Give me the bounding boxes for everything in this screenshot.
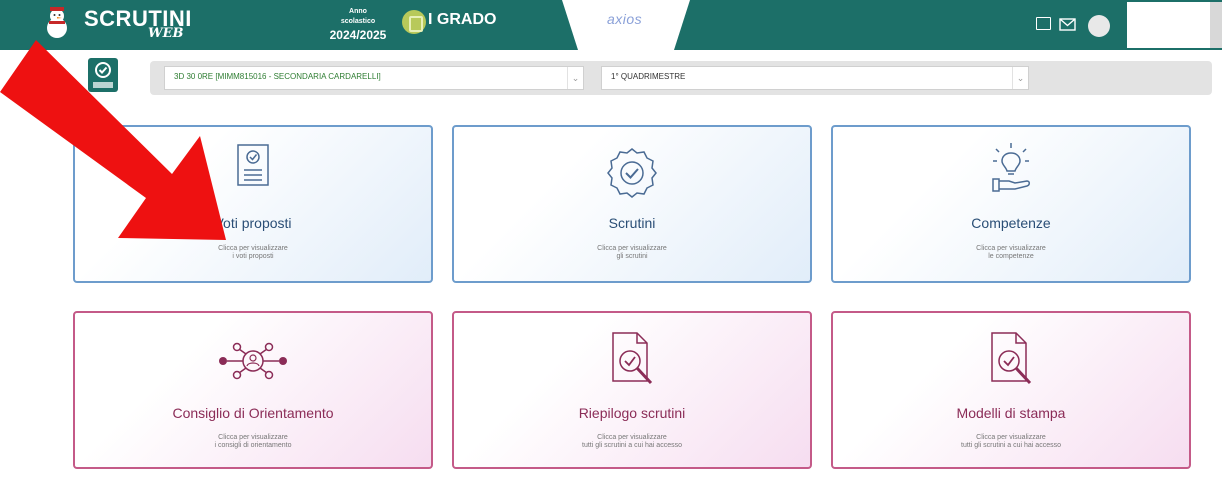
hand-lightbulb-icon xyxy=(992,143,1030,192)
badge-check-icon xyxy=(607,148,657,198)
red-arrow-annotation xyxy=(0,40,226,240)
card-desc-line: le competenze xyxy=(988,253,1034,260)
chevron-down-icon[interactable]: ⌄ xyxy=(1012,67,1028,89)
school-year: Anno scolastico 2024/2025 xyxy=(318,7,398,42)
card-desc-line: Clicca per visualizzare xyxy=(597,245,667,252)
card-description: Clicca per visualizzare le competenze xyxy=(833,245,1189,261)
user-avatar[interactable] xyxy=(1088,15,1110,37)
axios-logo: axios xyxy=(607,11,643,27)
card-desc-line: gli scrutini xyxy=(616,253,648,260)
card-desc-line: tutti gli scrutini a cui hai accesso xyxy=(582,442,682,449)
network-people-icon xyxy=(219,342,287,380)
user-info-box[interactable] xyxy=(1127,2,1211,48)
card-title: Competenze xyxy=(971,215,1051,231)
card-title: Scrutini xyxy=(608,215,656,231)
document-search-icon xyxy=(991,332,1032,385)
card-consiglio-orientamento[interactable]: Consiglio di Orientamento Clicca per vis… xyxy=(73,311,433,469)
card-description: Clicca per visualizzare gli scrutini xyxy=(454,245,810,261)
header-edge xyxy=(1210,2,1222,48)
card-desc-line: i voti proposti xyxy=(232,253,274,260)
card-desc-line: tutti gli scrutini a cui hai accesso xyxy=(961,442,1061,449)
card-title: Consiglio di Orientamento xyxy=(172,405,334,421)
year-label: Anno xyxy=(349,8,367,15)
card-competenze[interactable]: Competenze Clicca per visualizzare le co… xyxy=(831,125,1191,283)
card-scrutini[interactable]: Scrutini Clicca per visualizzare gli scr… xyxy=(452,125,812,283)
document-icon[interactable] xyxy=(1036,17,1051,30)
year-value: 2024/2025 xyxy=(329,28,387,42)
school-grade[interactable]: I GRADO xyxy=(428,11,496,29)
card-description: Clicca per visualizzare i consigli di or… xyxy=(75,434,431,450)
card-desc-line: Clicca per visualizzare xyxy=(976,434,1046,441)
card-description: Clicca per visualizzare tutti gli scruti… xyxy=(833,434,1189,450)
school-building-icon xyxy=(402,10,426,34)
mail-icon[interactable] xyxy=(1059,17,1076,32)
card-title: Riepilogo scrutini xyxy=(578,405,686,421)
card-description: Clicca per visualizzare tutti gli scruti… xyxy=(454,434,810,450)
card-modelli-stampa[interactable]: Modelli di stampa Clicca per visualizzar… xyxy=(831,311,1191,469)
card-title: Modelli di stampa xyxy=(956,405,1066,421)
card-desc-line: Clicca per visualizzare xyxy=(218,434,288,441)
card-desc-line: Clicca per visualizzare xyxy=(597,434,667,441)
card-riepilogo-scrutini[interactable]: Riepilogo scrutini Clicca per visualizza… xyxy=(452,311,812,469)
card-desc-line: i consigli di orientamento xyxy=(214,442,292,449)
card-desc-line: Clicca per visualizzare xyxy=(976,245,1046,252)
period-select-value: 1° QUADRIMESTRE xyxy=(611,72,686,81)
document-search-icon xyxy=(612,332,653,385)
chevron-down-icon[interactable]: ⌄ xyxy=(567,67,583,89)
year-label-2: scolastico xyxy=(340,18,376,25)
period-select[interactable]: 1° QUADRIMESTRE ⌄ xyxy=(601,66,1029,90)
